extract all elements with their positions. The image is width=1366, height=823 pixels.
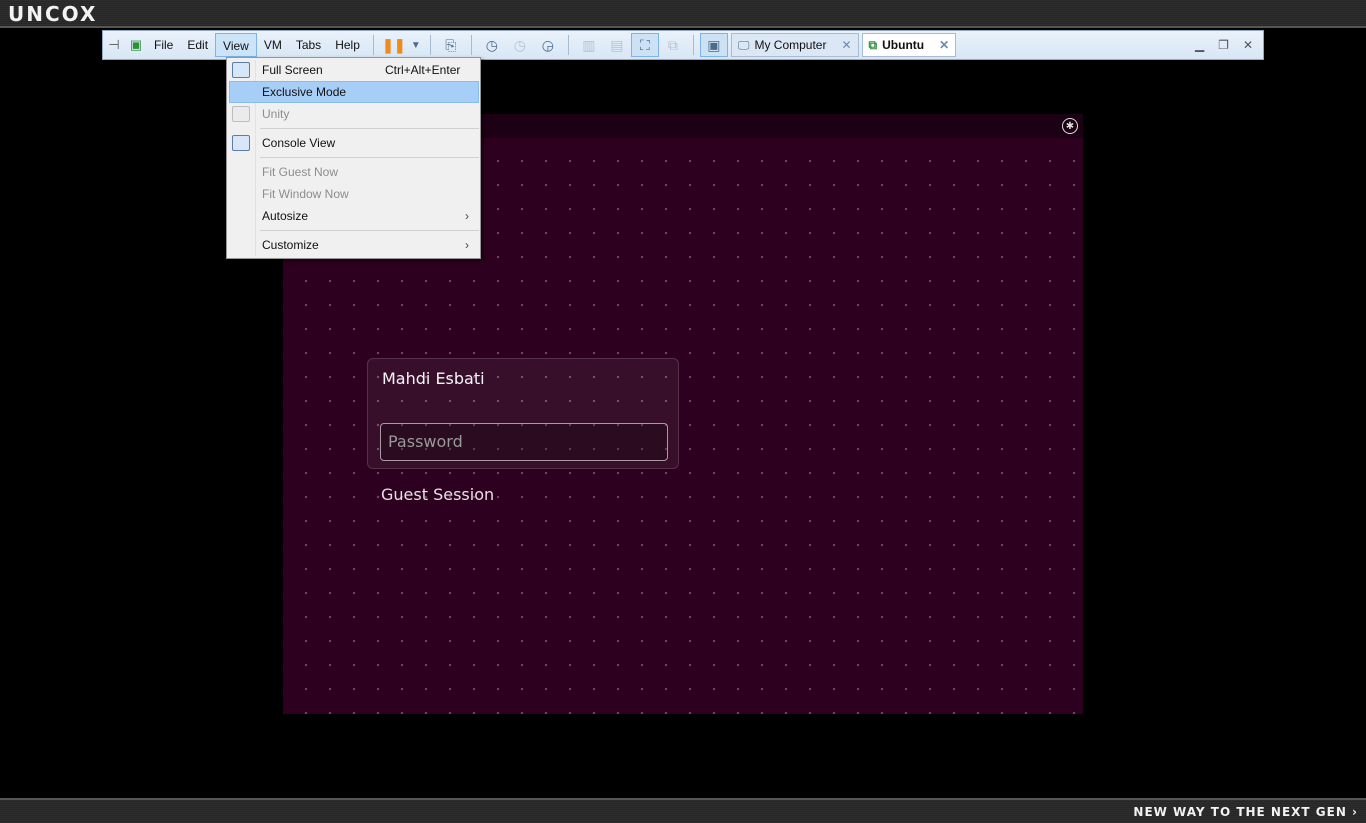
send-ctrl-alt-del-icon[interactable]: ⎘ (437, 33, 465, 57)
tab-my-computer[interactable]: 🖵 My Computer ✕ (730, 33, 859, 57)
host-logo: UNCOX (8, 2, 98, 26)
menu-item-shortcut: Ctrl+Alt+Enter (385, 63, 461, 77)
pin-icon[interactable]: ⊣ (103, 34, 125, 56)
toolbar-separator (470, 35, 472, 55)
minimize-icon[interactable]: ▁ (1195, 38, 1204, 52)
menu-item-label: Console View (262, 136, 336, 150)
menu-file[interactable]: File (147, 33, 180, 57)
menu-item-full-screen[interactable]: Full Screen Ctrl+Alt+Enter (229, 59, 479, 81)
computer-icon: 🖵 (737, 37, 750, 52)
user-name[interactable]: Mahdi Esbati (382, 369, 485, 388)
login-box: Mahdi Esbati Password (367, 358, 679, 469)
menu-item-autosize[interactable]: Autosize › (229, 205, 479, 227)
toolbar-separator (567, 35, 569, 55)
vm-running-icon: ⧉ (868, 37, 878, 52)
window-controls: ▁ ❐ ✕ (1195, 38, 1263, 52)
view-menu-dropdown: Full Screen Ctrl+Alt+Enter Exclusive Mod… (226, 57, 481, 259)
menu-item-fit-guest-now: Fit Guest Now (229, 161, 479, 183)
menu-item-label: Autosize (262, 209, 309, 223)
chevron-right-icon: › (465, 209, 469, 223)
menu-item-fit-window-now: Fit Window Now (229, 183, 479, 205)
tab-label: Ubuntu (882, 38, 925, 52)
menu-separator (260, 128, 479, 129)
menu-help[interactable]: Help (328, 33, 367, 57)
tab-ubuntu[interactable]: ⧉ Ubuntu ✕ (861, 33, 957, 57)
host-bottom-bar: NEW WAY TO THE NEXT GEN › (0, 798, 1366, 823)
snapshot-manager-icon[interactable]: ◶ (534, 33, 562, 57)
snapshot-take-icon[interactable]: ◷ (478, 33, 506, 57)
menu-item-label: Fit Window Now (262, 187, 349, 201)
pause-icon[interactable]: ❚❚ (380, 33, 408, 57)
tab-label: My Computer (754, 38, 827, 52)
host-tagline[interactable]: NEW WAY TO THE NEXT GEN › (1133, 805, 1358, 819)
console-view-icon[interactable]: ▣ (699, 33, 728, 57)
menu-item-customize[interactable]: Customize › (229, 234, 479, 256)
fullscreen-icon[interactable]: ⛶ (630, 33, 659, 57)
show-library-icon: ▥ (582, 36, 596, 53)
menu-vm[interactable]: VM (257, 33, 289, 57)
toolbar-separator (692, 35, 694, 55)
menu-item-label: Fit Guest Now (262, 165, 339, 179)
accessibility-icon[interactable]: ✱ (1062, 118, 1078, 134)
menu-item-label: Customize (262, 238, 319, 252)
vmware-logo-icon[interactable]: ▣ (125, 34, 147, 56)
snapshot-revert-icon: ◷ (513, 36, 526, 53)
menu-edit[interactable]: Edit (180, 33, 215, 57)
unity-icon (232, 106, 250, 122)
menu-item-label: Unity (262, 107, 290, 121)
menu-separator (260, 157, 479, 158)
chevron-down-icon[interactable]: ▼ (408, 33, 424, 57)
console-view-icon (232, 135, 250, 151)
password-field[interactable]: Password (380, 423, 668, 461)
menu-view[interactable]: View (215, 33, 257, 57)
thumbnail-bar-icon: ▤ (610, 36, 624, 53)
menu-item-exclusive-mode[interactable]: Exclusive Mode (229, 81, 479, 103)
menu-separator (260, 230, 479, 231)
close-icon[interactable]: ✕ (841, 38, 851, 52)
host-top-bar: UNCOX (0, 0, 1366, 28)
fullscreen-icon (232, 62, 250, 78)
close-icon[interactable]: ✕ (1243, 38, 1253, 52)
menu-item-console-view[interactable]: Console View (229, 132, 479, 154)
chevron-right-icon: › (465, 238, 469, 252)
restore-icon[interactable]: ❐ (1218, 38, 1229, 52)
guest-session-item[interactable]: Guest Session (381, 485, 494, 504)
close-icon[interactable]: ✕ (939, 38, 949, 52)
toolbar-separator (372, 35, 374, 55)
unity-icon: ⧉ (667, 36, 678, 53)
vmware-toolbar: ⊣ ▣ File Edit View VM Tabs Help ❚❚ ▼ ⎘ ◷… (102, 30, 1264, 60)
menu-item-label: Full Screen (262, 63, 323, 77)
menu-item-label: Exclusive Mode (262, 85, 347, 99)
toolbar-separator (429, 35, 431, 55)
menu-item-unity: Unity (229, 103, 479, 125)
menu-tabs[interactable]: Tabs (289, 33, 328, 57)
